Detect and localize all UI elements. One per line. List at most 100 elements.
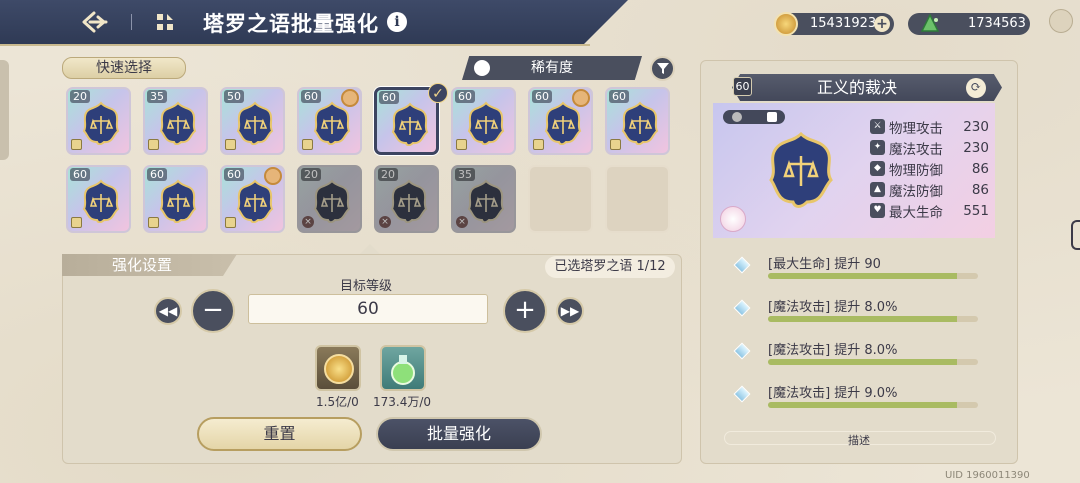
selected-check-icon: ✓ [428, 83, 448, 103]
tarot-emblem-icon [81, 101, 121, 146]
empty-card-slot [605, 165, 670, 233]
stat-name: 物理防御 [889, 162, 943, 179]
reset-button[interactable]: 重置 [197, 417, 362, 451]
tarot-emblem-icon [390, 102, 430, 147]
tarot-emblem-icon [235, 101, 275, 146]
target-level-field[interactable]: 60 [248, 294, 488, 324]
potion-value: 1734563 [968, 16, 1026, 31]
page-title: 塔罗之语批量强化 [203, 12, 379, 36]
lock-icon [71, 139, 82, 150]
settings-header: 强化设置 [62, 254, 237, 276]
diamond-icon [733, 256, 751, 274]
tarot-card[interactable]: 35 × [451, 165, 516, 233]
bonus-row: [魔法攻击] 提升 8.0% [728, 298, 998, 330]
tarot-emblem-icon [389, 179, 429, 224]
panel-pointer [360, 244, 380, 254]
bonus-row: [魔法攻击] 提升 9.0% [728, 384, 998, 416]
tarot-card[interactable]: 35 [143, 87, 208, 155]
stat-row: ♥ 最大生命 551 [870, 200, 990, 221]
header-separator [131, 14, 132, 30]
tarot-card[interactable]: 60 [143, 165, 208, 233]
bonus-row: [最大生命] 提升 90 [728, 255, 998, 287]
stat-value: 230 [963, 139, 989, 156]
wand-icon: ✦ [870, 140, 885, 155]
lock-icon[interactable] [767, 112, 777, 122]
stat-name: 物理攻击 [889, 120, 943, 137]
lock-icon [71, 217, 82, 228]
tarot-card[interactable]: 20 × [374, 165, 439, 233]
detail-title: 正义的裁决 [816, 78, 897, 97]
tarot-card[interactable]: 60 [66, 165, 131, 233]
diamond-icon [733, 342, 751, 360]
tarot-card[interactable]: 20 [66, 87, 131, 155]
tarot-emblem-icon [312, 179, 352, 224]
tarot-card[interactable]: 20 × [297, 165, 362, 233]
bonus-progress [768, 359, 978, 365]
equipped-avatar-icon [572, 89, 590, 107]
disabled-icon: × [456, 216, 468, 228]
tarot-card[interactable]: 60 [605, 87, 670, 155]
lock-toggle[interactable] [723, 110, 785, 124]
target-level-label: 目标等级 [340, 279, 393, 294]
level-min-button[interactable]: ◀◀ [154, 297, 182, 325]
gold-cost-icon [315, 345, 361, 391]
stat-value: 551 [963, 202, 989, 219]
bonus-row: [魔法攻击] 提升 8.0% [728, 341, 998, 373]
bonus-progress [768, 273, 978, 279]
minus-button[interactable]: − [191, 289, 235, 333]
left-scroll-rail[interactable] [0, 60, 9, 160]
diamond-icon [733, 385, 751, 403]
plus-button[interactable]: + [503, 289, 547, 333]
swap-icon[interactable]: ⟳ [966, 78, 986, 98]
hat-icon: ▲ [870, 182, 885, 197]
gear-icon[interactable] [1049, 9, 1073, 33]
shield-icon: ◆ [870, 161, 885, 176]
batch-enhance-button[interactable]: 批量强化 [376, 417, 542, 451]
add-gold-button[interactable]: + [874, 16, 890, 32]
empty-card-slot [528, 165, 593, 233]
filter-icon[interactable] [650, 56, 675, 81]
bonus-progress [768, 316, 978, 322]
tarot-card[interactable]: 60 [528, 87, 593, 155]
back-button[interactable] [80, 9, 110, 35]
tarot-emblem-large [765, 128, 837, 208]
rose-decoration-icon [720, 206, 746, 232]
gold-currency: 154319232 + [774, 12, 894, 36]
stat-value: 86 [971, 160, 989, 177]
tarot-card[interactable]: 50 [220, 87, 285, 155]
equipped-avatar-icon [264, 167, 282, 185]
tarot-emblem-icon [158, 101, 198, 146]
stat-value: 230 [963, 118, 989, 135]
lock-icon [148, 217, 159, 228]
stat-row: ◆ 物理防御 86 [870, 158, 990, 179]
bar-chart-icon [474, 60, 490, 76]
tarot-emblem-icon [81, 179, 121, 224]
discard-icon[interactable] [732, 112, 742, 122]
tarot-emblem-icon [158, 179, 198, 224]
bonus-text: [魔法攻击] 提升 8.0% [768, 343, 898, 358]
stat-name: 最大生命 [889, 204, 943, 221]
user-id: UID 1960011390 [945, 470, 1030, 481]
tarot-card[interactable]: 60 [451, 87, 516, 155]
lock-icon [302, 139, 313, 150]
info-icon[interactable]: i [387, 12, 407, 32]
tarot-emblem-icon [312, 101, 352, 146]
potion-icon [918, 13, 942, 34]
stat-row: ▲ 魔法防御 86 [870, 179, 990, 200]
right-edge-handle[interactable] [1071, 220, 1080, 250]
bonus-progress [768, 402, 978, 408]
level-max-button[interactable]: ▶▶ [556, 297, 584, 325]
tarot-card[interactable]: 60 [220, 165, 285, 233]
grid-menu-icon[interactable] [154, 11, 176, 33]
tarot-emblem-icon [466, 179, 506, 224]
description-label[interactable]: 描述 [848, 432, 870, 448]
selected-count: 已选塔罗之语 1/12 [545, 256, 675, 278]
stat-row: ✦ 魔法攻击 230 [870, 137, 990, 158]
stats-list: ⚔ 物理攻击 230 ✦ 魔法攻击 230 ◆ 物理防御 86 ▲ 魔法防御 86 ♥ 最大生命 5… [870, 116, 990, 221]
quick-select-button[interactable]: 快速选择 [62, 57, 186, 79]
top-bar-edge [0, 44, 590, 46]
equipped-avatar-icon [341, 89, 359, 107]
tarot-card[interactable]: 60 [297, 87, 362, 155]
tarot-emblem-icon [620, 101, 660, 146]
lock-icon [533, 139, 544, 150]
